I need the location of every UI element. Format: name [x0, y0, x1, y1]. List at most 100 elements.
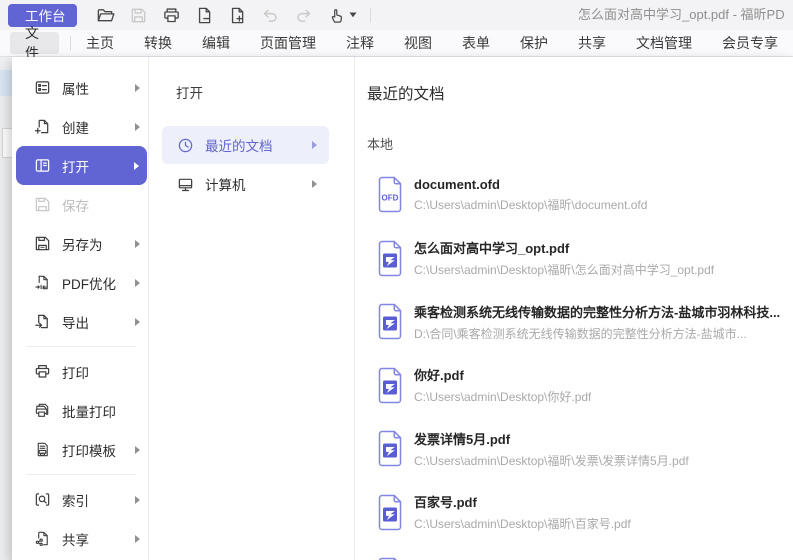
pdf-file-icon	[375, 494, 405, 531]
menu-tab[interactable]: 主页	[86, 33, 114, 53]
open-panel-item-label: 最近的文档	[205, 135, 312, 155]
file-menu-item-label: 保存	[62, 195, 140, 215]
pdf-file-icon	[375, 303, 405, 340]
recent-file-meta: document.ofd C:\Users\admin\Desktop\福昕\do…	[414, 177, 647, 213]
svg-text:OFD: OFD	[382, 194, 399, 203]
submenu-arrow-icon	[135, 535, 140, 543]
menu-separator	[26, 346, 136, 347]
recent-documents-panel: 最近的文档 本地 OFDdocument.ofdC:\Users\admin\D…	[355, 57, 793, 560]
open-panel-title: 打开	[176, 82, 354, 102]
background-ribbon-edge	[0, 70, 12, 96]
menu-tab[interactable]: 编辑	[202, 33, 230, 53]
properties-icon	[34, 79, 51, 96]
recent-file-row[interactable]: 乘客检测系统无线传输数据的完整性分析方法-盐城市羽林科技... D:\合同\乘客检…	[355, 290, 793, 354]
file-menu-item[interactable]: 共享	[12, 519, 148, 558]
print-template-icon	[34, 441, 51, 458]
file-menu-item-label: 打印模板	[62, 440, 135, 460]
page-plus-icon	[228, 6, 247, 25]
file-menu-item-label: 属性	[62, 78, 135, 98]
recent-file-name: 乘客检测系统无线传输数据的完整性分析方法-盐城市羽林科技...	[414, 302, 780, 321]
file-menu-item[interactable]: 导出	[12, 302, 148, 341]
page-minus-button[interactable]	[188, 3, 221, 27]
recent-file-row[interactable]: 你好.pdf C:\Users\admin\Desktop\你好.pdf	[355, 354, 793, 418]
file-menu-item[interactable]: 打印	[12, 352, 148, 391]
file-menu-item[interactable]: PDF优化	[12, 263, 148, 302]
recent-file-meta: 百家号.pdfC:\Users\admin\Desktop\福昕\百家号.pdf	[414, 492, 631, 532]
file-menu-item-label: 索引	[62, 490, 135, 510]
menu-tab[interactable]: 表单	[462, 33, 490, 53]
hand-tool-icon	[327, 6, 346, 25]
file-menu-item-label: 导出	[62, 312, 135, 332]
recent-file-path: D:\合同\乘客检测系统无线传输数据的完整性分析方法-盐城市...	[414, 325, 780, 342]
file-menu-item[interactable]: 创建	[12, 107, 148, 146]
recent-file-row[interactable]: 百家号.pdfC:\Users\admin\Desktop\福昕\百家号.pdf	[355, 481, 793, 545]
collapse-toolbar-button[interactable]	[380, 3, 413, 27]
file-menu-item[interactable]: 索引	[12, 480, 148, 519]
recent-file-name: 你好.pdf	[414, 365, 591, 384]
recent-file-name: document.ofd	[414, 177, 647, 192]
recent-file-list: OFD document.ofd C:\Users\admin\Desktop\福昕…	[355, 163, 793, 560]
recent-file-meta: 乘客检测系统无线传输数据的完整性分析方法-盐城市羽林科技... D:\合同\乘客检…	[414, 302, 780, 342]
menu-tab[interactable]: 共享	[578, 33, 606, 53]
open-file-button[interactable]	[89, 3, 122, 27]
menu-tab[interactable]: 转换	[144, 33, 172, 53]
menu-tab[interactable]: 注释	[346, 33, 374, 53]
recent-file-meta: 怎么面对高中学习_opt.pdfC:\Users\admin\Desktop\福…	[414, 238, 714, 278]
open-book-icon	[34, 157, 51, 174]
file-menu-item[interactable]: 打开	[16, 146, 147, 185]
recent-file-path: C:\Users\admin\Desktop\福昕\document.ofd	[414, 196, 647, 213]
submenu-arrow-icon	[135, 84, 140, 92]
open-panel-item-label: 计算机	[205, 174, 312, 194]
submenu-arrow-icon	[312, 141, 317, 149]
recent-file-name: 百家号.pdf	[414, 492, 631, 511]
recent-panel-title: 最近的文档	[367, 82, 793, 104]
menu-tab[interactable]: 保护	[520, 33, 548, 53]
menu-tab[interactable]: 文档管理	[636, 33, 692, 53]
undo-button[interactable]	[254, 3, 287, 27]
menu-tabs: 主页 转换 编辑 页面管理 注释 视图 表单 保护 共享 文档管理 会员专享	[71, 33, 793, 53]
quick-access-toolbar	[89, 3, 364, 27]
recent-file-row[interactable]: OFD document.ofd C:\Users\admin\Desktop\福昕…	[355, 163, 793, 227]
open-panel-item[interactable]: 计算机	[162, 165, 329, 203]
clock-icon	[177, 137, 194, 154]
save-icon	[129, 6, 148, 25]
recent-file-row[interactable]: 稿定素材-806381.pdf	[355, 544, 793, 560]
file-menu-item[interactable]: 批量打印	[12, 391, 148, 430]
file-menu-item[interactable]: 打印模板	[12, 430, 148, 469]
print-button[interactable]	[155, 3, 188, 27]
submenu-arrow-icon	[134, 162, 139, 170]
file-menu-item[interactable]: 保存	[12, 185, 148, 224]
submenu-arrow-icon	[135, 496, 140, 504]
menu-bar: 文件 主页 转换 编辑 页面管理 注释 视图 表单 保护 共享 文档管理 会员专享	[0, 30, 793, 57]
menu-tab[interactable]: 会员专享	[722, 33, 778, 53]
recent-file-meta: 你好.pdf C:\Users\admin\Desktop\你好.pdf	[414, 365, 591, 405]
hand-tool-button[interactable]	[320, 3, 364, 27]
create-icon	[34, 118, 51, 135]
caret-down-icon	[346, 12, 357, 18]
page-plus-button[interactable]	[221, 3, 254, 27]
save-button[interactable]	[122, 3, 155, 27]
open-panel-items: 最近的文档计算机	[149, 126, 354, 203]
ofd-file-icon: OFD	[375, 176, 405, 213]
redo-button[interactable]	[287, 3, 320, 27]
file-menu-button[interactable]: 文件	[10, 32, 59, 54]
pdf-optimize-icon	[34, 274, 51, 291]
recent-file-row[interactable]: 发票详情5月.pdfC:\Users\admin\Desktop\福昕\发票\发…	[355, 417, 793, 481]
recent-file-row[interactable]: 怎么面对高中学习_opt.pdfC:\Users\admin\Desktop\福…	[355, 227, 793, 291]
redo-icon	[294, 6, 313, 25]
undo-icon	[261, 6, 280, 25]
file-menu-item[interactable]: 另存为	[12, 224, 148, 263]
open-panel-item[interactable]: 最近的文档	[162, 126, 329, 164]
file-menu-item[interactable]: 属性	[12, 68, 148, 107]
submenu-arrow-icon	[135, 240, 140, 248]
share-file-icon	[34, 530, 51, 547]
pdf-file-icon	[375, 367, 405, 404]
submenu-arrow-icon	[135, 123, 140, 131]
recent-file-path: C:\Users\admin\Desktop\你好.pdf	[414, 388, 591, 405]
menu-tab[interactable]: 视图	[404, 33, 432, 53]
menu-tab[interactable]: 页面管理	[260, 33, 316, 53]
submenu-arrow-icon	[135, 446, 140, 454]
toolbar-separator	[370, 8, 371, 23]
floppy-icon	[34, 196, 51, 213]
file-menu-item-label: 打开	[62, 156, 134, 176]
